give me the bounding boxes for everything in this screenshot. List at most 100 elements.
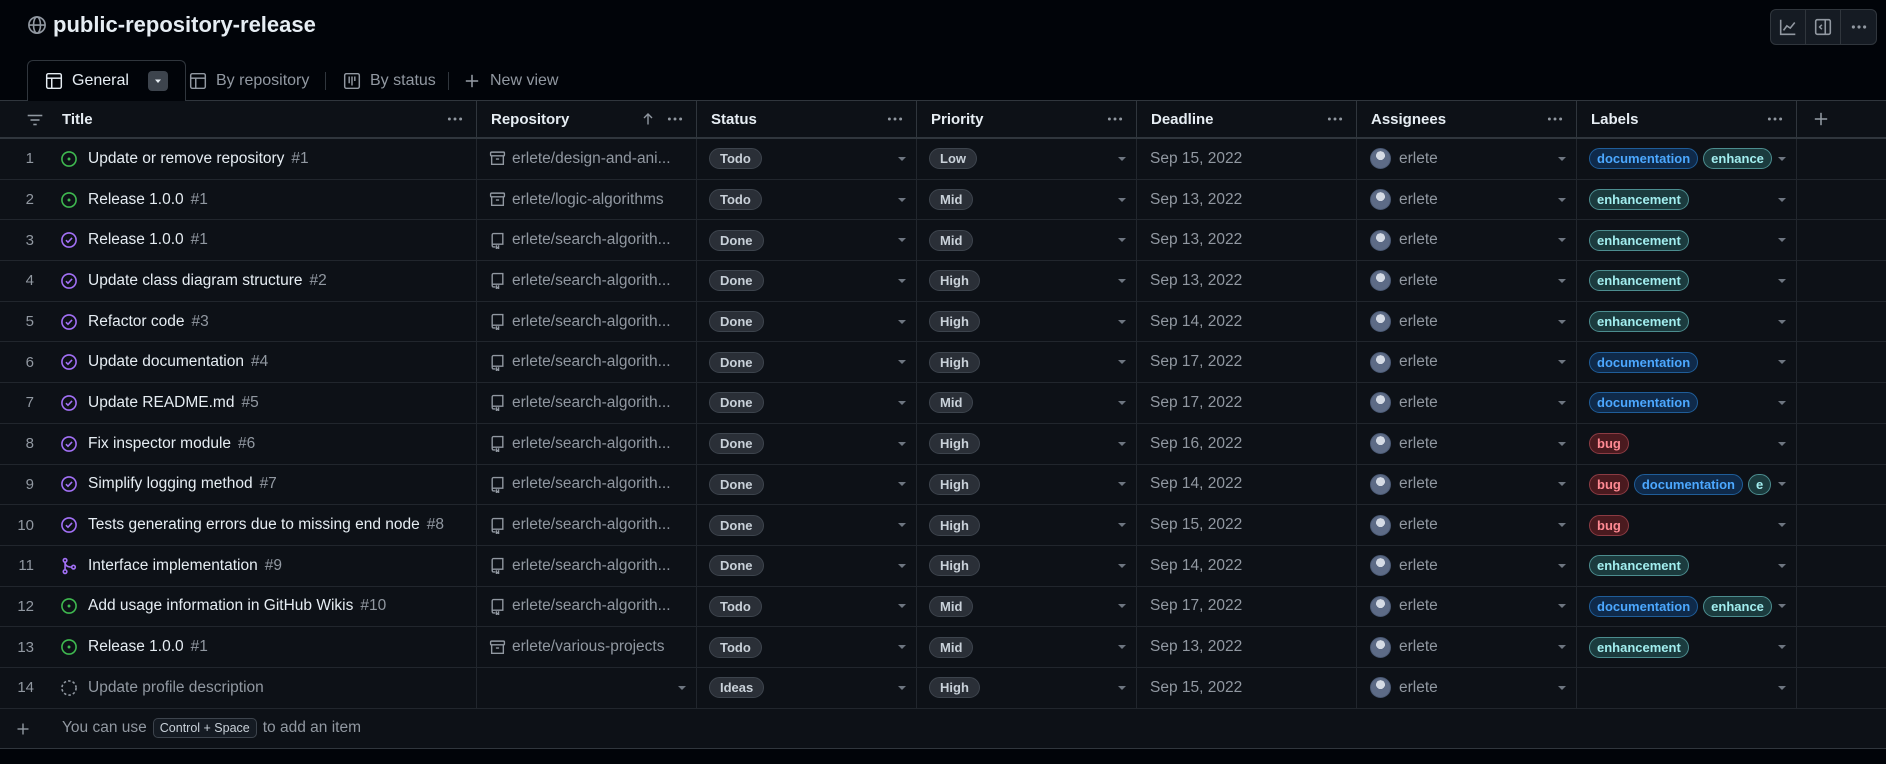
chevron-down-icon[interactable] (1778, 278, 1786, 283)
chevron-down-icon[interactable] (1118, 685, 1126, 690)
title-cell[interactable]: Update or remove repository #1 (48, 139, 477, 179)
label-enhancement[interactable]: enhancement (1589, 229, 1689, 251)
repository-cell[interactable]: erlete/search-algorith... (477, 423, 697, 464)
deadline-cell[interactable]: Sep 13, 2022 (1137, 179, 1357, 220)
chevron-down-icon[interactable] (1778, 604, 1786, 609)
chevron-down-icon[interactable] (1558, 523, 1566, 528)
label-bug[interactable]: bug (1589, 433, 1629, 455)
chevron-down-icon[interactable] (1558, 645, 1566, 650)
column-menu-icon[interactable] (1326, 110, 1344, 128)
deadline-cell[interactable]: Sep 14, 2022 (1137, 464, 1357, 505)
status-cell[interactable]: Todo (697, 139, 917, 179)
chevron-down-icon[interactable] (1558, 685, 1566, 690)
repository-cell[interactable]: erlete/search-algorith... (477, 586, 697, 627)
priority-cell[interactable]: High (917, 261, 1137, 301)
title-cell[interactable]: Release 1.0.0 #1 (48, 220, 477, 261)
status-cell[interactable]: Todo (697, 179, 917, 220)
label-enhancement[interactable]: enhance (1703, 595, 1772, 617)
priority-cell[interactable]: High (917, 667, 1137, 708)
status-cell[interactable]: Done (697, 545, 917, 586)
table-row[interactable]: 1 Update or remove repository #1 erlete/… (0, 139, 1886, 180)
chevron-down-icon[interactable] (898, 523, 906, 528)
priority-cell[interactable]: Mid (917, 179, 1137, 220)
column-header-repository[interactable]: Repository (477, 101, 697, 137)
labels-cell[interactable]: documentation (1577, 383, 1797, 423)
title-cell[interactable]: Refactor code #3 (48, 301, 477, 342)
column-menu-icon[interactable] (1766, 110, 1784, 128)
status-cell[interactable]: Done (697, 301, 917, 342)
label-documentation[interactable]: documentation (1589, 148, 1699, 170)
assignees-cell[interactable]: erlete (1357, 505, 1577, 545)
chevron-down-icon[interactable] (1778, 482, 1786, 487)
chevron-down-icon[interactable] (1118, 278, 1126, 283)
chevron-down-icon[interactable] (1778, 319, 1786, 324)
add-item-row[interactable]: You can use Control + Space to add an it… (0, 708, 1886, 749)
title-cell[interactable]: Tests generating errors due to missing e… (48, 505, 477, 545)
item-title[interactable]: Release 1.0.0 (88, 191, 184, 209)
status-cell[interactable]: Done (697, 220, 917, 261)
chevron-down-icon[interactable] (1118, 523, 1126, 528)
assignees-cell[interactable]: erlete (1357, 667, 1577, 708)
priority-cell[interactable]: Low (917, 139, 1137, 179)
chevron-down-icon[interactable] (1118, 319, 1126, 324)
label-bug[interactable]: bug (1589, 473, 1629, 495)
priority-cell[interactable]: High (917, 301, 1137, 342)
deadline-cell[interactable]: Sep 15, 2022 (1137, 139, 1357, 179)
item-title[interactable]: Tests generating errors due to missing e… (88, 516, 420, 534)
chevron-down-icon[interactable] (898, 197, 906, 202)
labels-cell[interactable]: enhancement (1577, 261, 1797, 301)
new-view-button[interactable]: New view (463, 60, 558, 101)
column-menu-icon[interactable] (446, 110, 464, 128)
repository-cell[interactable]: erlete/logic-algorithms (477, 179, 697, 220)
add-field-icon[interactable] (1812, 110, 1830, 128)
item-title[interactable]: Release 1.0.0 (88, 231, 184, 249)
title-cell[interactable]: Add usage information in GitHub Wikis #1… (48, 586, 477, 627)
table-row[interactable]: 4 Update class diagram structure #2 erle… (0, 261, 1886, 302)
table-row[interactable]: 5 Refactor code #3 erlete/search-algorit… (0, 301, 1886, 343)
title-cell[interactable]: Simplify logging method #7 (48, 464, 477, 505)
deadline-cell[interactable]: Sep 16, 2022 (1137, 423, 1357, 464)
column-header-status[interactable]: Status (697, 101, 917, 137)
priority-cell[interactable]: Mid (917, 586, 1137, 627)
tab-by-repository[interactable]: By repository (189, 60, 309, 101)
deadline-cell[interactable]: Sep 17, 2022 (1137, 383, 1357, 423)
table-row[interactable]: 14 Update profile description Ideas High… (0, 667, 1886, 709)
labels-cell[interactable]: enhancement (1577, 301, 1797, 342)
table-row[interactable]: 2 Release 1.0.0 #1 erlete/logic-algorith… (0, 179, 1886, 221)
deadline-cell[interactable]: Sep 13, 2022 (1137, 220, 1357, 261)
chevron-down-icon[interactable] (1558, 441, 1566, 446)
assignees-cell[interactable]: erlete (1357, 627, 1577, 667)
chevron-down-icon[interactable] (1118, 400, 1126, 405)
chevron-down-icon[interactable] (1558, 482, 1566, 487)
repository-cell[interactable]: erlete/search-algorith... (477, 545, 697, 586)
repository-cell[interactable]: erlete/search-algorith... (477, 505, 697, 545)
chevron-down-icon[interactable] (1118, 482, 1126, 487)
deadline-cell[interactable]: Sep 13, 2022 (1137, 261, 1357, 301)
title-cell[interactable]: Release 1.0.0 #1 (48, 627, 477, 667)
label-enhancement[interactable]: enhancement (1589, 311, 1689, 333)
column-header-title[interactable]: Title (48, 101, 477, 137)
item-title[interactable]: Update profile description (88, 679, 264, 697)
chevron-down-icon[interactable] (1778, 197, 1786, 202)
column-menu-icon[interactable] (666, 110, 684, 128)
priority-cell[interactable]: High (917, 464, 1137, 505)
status-cell[interactable]: Done (697, 464, 917, 505)
label-documentation[interactable]: documentation (1589, 351, 1699, 373)
add-item-plus-icon[interactable] (15, 721, 31, 737)
label-enhancement[interactable]: enhancement (1589, 270, 1689, 292)
priority-cell[interactable]: Mid (917, 220, 1137, 261)
chevron-down-icon[interactable] (1558, 238, 1566, 243)
title-cell[interactable]: Update documentation #4 (48, 342, 477, 383)
column-header-deadline[interactable]: Deadline (1137, 101, 1357, 137)
chevron-down-icon[interactable] (1558, 563, 1566, 568)
item-title[interactable]: Update documentation (88, 353, 244, 371)
deadline-cell[interactable]: Sep 15, 2022 (1137, 667, 1357, 708)
chevron-down-icon[interactable] (1778, 441, 1786, 446)
labels-cell[interactable]: enhancement (1577, 220, 1797, 261)
status-cell[interactable]: Done (697, 423, 917, 464)
status-cell[interactable]: Done (697, 505, 917, 545)
table-row[interactable]: 3 Release 1.0.0 #1 erlete/search-algorit… (0, 220, 1886, 262)
item-title[interactable]: Interface implementation (88, 557, 258, 575)
chevron-down-icon[interactable] (898, 685, 906, 690)
status-cell[interactable]: Done (697, 383, 917, 423)
